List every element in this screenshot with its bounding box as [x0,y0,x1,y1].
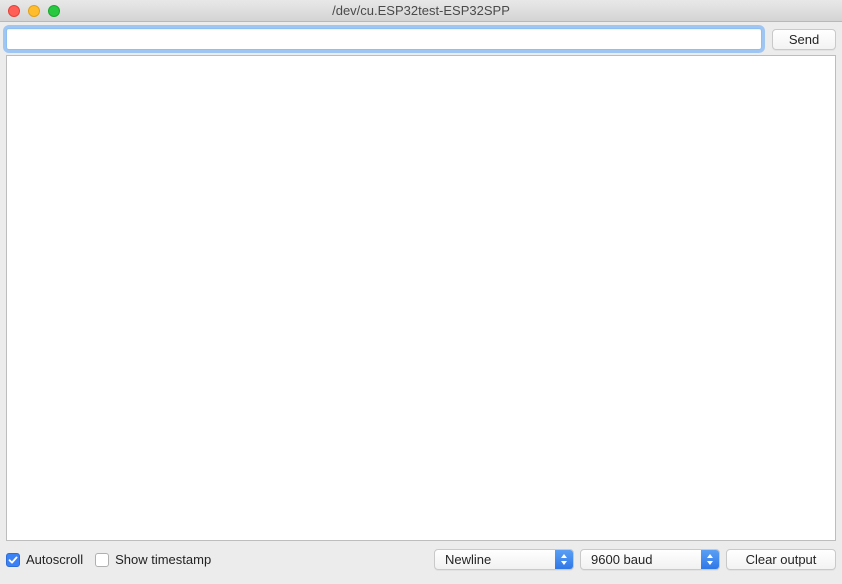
timestamp-label: Show timestamp [115,552,211,567]
baud-rate-value: 9600 baud [581,552,701,567]
minimize-window-button[interactable] [28,5,40,17]
serial-input[interactable] [6,28,762,50]
input-row: Send [0,22,842,55]
autoscroll-label: Autoscroll [26,552,83,567]
line-ending-value: Newline [435,552,555,567]
serial-output[interactable] [6,55,836,541]
timestamp-checkbox[interactable] [95,553,109,567]
baud-rate-select[interactable]: 9600 baud [580,549,720,570]
footer-row: Autoscroll Show timestamp Newline 9600 b… [0,541,842,576]
line-ending-select[interactable]: Newline [434,549,574,570]
autoscroll-checkbox[interactable] [6,553,20,567]
select-stepper-icon [701,550,719,569]
send-button[interactable]: Send [772,29,836,50]
close-window-button[interactable] [8,5,20,17]
select-stepper-icon [555,550,573,569]
window-title: /dev/cu.ESP32test-ESP32SPP [0,3,842,18]
titlebar: /dev/cu.ESP32test-ESP32SPP [0,0,842,22]
clear-output-button[interactable]: Clear output [726,549,836,570]
checkmark-icon [8,555,18,565]
zoom-window-button[interactable] [48,5,60,17]
autoscroll-option: Autoscroll [6,552,83,567]
timestamp-option: Show timestamp [95,552,211,567]
window-controls [0,5,60,17]
